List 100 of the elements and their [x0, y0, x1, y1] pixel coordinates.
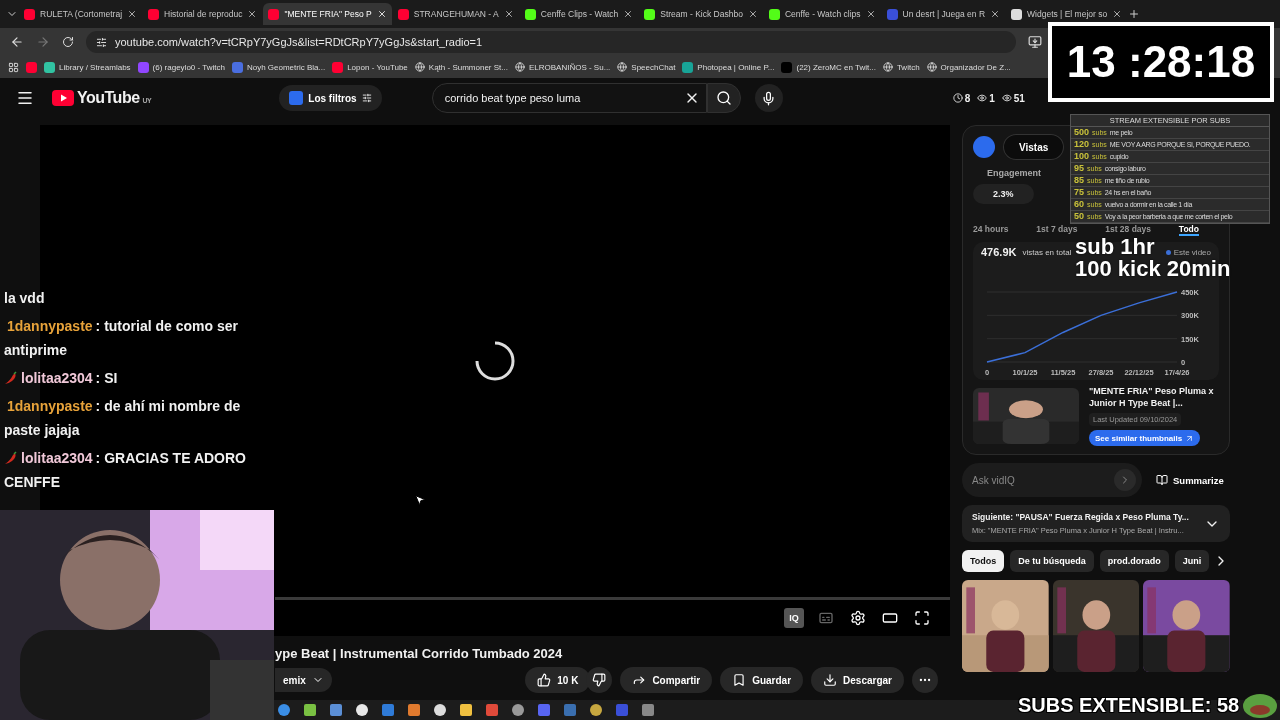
loading-spinner-icon — [474, 340, 516, 382]
channel-chip[interactable]: emix — [275, 668, 332, 692]
bookmark[interactable]: Noyh Geometric Bla... — [231, 61, 326, 73]
close-icon[interactable] — [127, 9, 138, 19]
globe-icon — [926, 62, 937, 72]
site-icon — [524, 8, 536, 20]
video-title: ype Beat | Instrumental Corrido Tumbado 2024 — [274, 645, 564, 661]
close-icon[interactable] — [503, 9, 514, 19]
panel-tab[interactable]: Vistas — [1003, 134, 1065, 160]
goal-amount: 85 — [1074, 175, 1084, 185]
action-button[interactable]: Compartir — [620, 667, 713, 693]
bookmark[interactable]: (6) rageylo0 - Twitch — [137, 61, 225, 73]
settings-button[interactable] — [848, 608, 868, 628]
views-dropdown[interactable]: vistas en total — [1022, 247, 1072, 257]
eye-icon — [977, 93, 988, 103]
period-tab[interactable]: 1st 7 days — [1036, 225, 1078, 236]
action-button[interactable]: Descargar — [811, 667, 904, 693]
bookmark[interactable] — [26, 61, 37, 73]
reload-icon[interactable] — [62, 36, 74, 48]
globe-icon — [414, 62, 425, 72]
search-field[interactable]: corrido beat type peso luma — [431, 83, 707, 113]
vidiq-logo — [973, 136, 995, 158]
share-icon — [632, 673, 647, 687]
close-icon[interactable] — [247, 9, 258, 19]
search-button[interactable] — [706, 83, 741, 113]
filter-chip[interactable]: De tu búsqueda — [1010, 550, 1094, 573]
goal-amount: 75 — [1074, 187, 1084, 197]
menu-icon[interactable] — [16, 89, 34, 107]
period-tab[interactable]: 1st 28 days — [1105, 225, 1152, 236]
bookmark[interactable]: ELROBANIÑOS - Su... — [514, 62, 611, 72]
browser-tab[interactable]: Stream - Kick Dashbo — [639, 3, 763, 25]
bookmark[interactable]: Photopea | Online P... — [682, 61, 775, 73]
site-icon — [1011, 8, 1023, 20]
fullscreen-button[interactable] — [912, 608, 932, 628]
metric-label: Engagement — [987, 168, 1041, 178]
stat-count: 8 — [964, 92, 971, 104]
taskbar-app-icon[interactable] — [356, 704, 368, 716]
filter-chip[interactable]: prod.dorado — [1099, 550, 1169, 573]
install-icon[interactable] — [1028, 35, 1042, 49]
goal-amount: 50 — [1074, 211, 1084, 221]
cursor-icon — [414, 494, 426, 506]
search-icon — [715, 90, 732, 106]
address-field[interactable]: youtube.com/watch?v=tCRpY7yGgJs&list=RDtCRpY7yGgJs&start_radio=1 — [86, 31, 1016, 53]
close-icon[interactable] — [747, 9, 758, 19]
site-icon — [231, 61, 243, 73]
browser-tab[interactable]: Widgets | El mejor so — [1006, 3, 1128, 25]
site-icon — [644, 8, 656, 20]
chat-message: lolitaa2304 : GRACIAS TE ADORO CENFFE — [4, 450, 246, 490]
up-next-title: Siguiente: "PAUSA" Fuerza Regida x Peso Pluma Ty... — [972, 512, 1190, 523]
bookmark[interactable]: Library / Streamlabs — [44, 61, 131, 73]
action-button[interactable]: Guardar — [720, 667, 804, 693]
play-logo-icon — [52, 90, 74, 106]
similar-thumbnails-button[interactable]: See similar thumbnails — [1089, 430, 1201, 447]
chat-message: 1dannypaste : de ahí mi nombre de paste jajaja — [4, 398, 241, 438]
browser-tab[interactable]: Cenffe Clips - Watch — [519, 3, 639, 25]
goal-amount: 60 — [1074, 199, 1084, 209]
browser-tab[interactable]: STRANGEHUMAN - A — [392, 3, 519, 25]
mic-button[interactable] — [754, 84, 783, 112]
browser-tab[interactable]: Un desrt | Juega en R — [881, 3, 1006, 25]
site-icon — [768, 8, 780, 20]
close-icon[interactable] — [376, 9, 387, 19]
summarize-button[interactable]: Summarize — [1150, 473, 1230, 488]
close-icon[interactable] — [990, 9, 1001, 19]
site-icon — [332, 61, 344, 73]
bookmark[interactable]: (22) ZeroMC en Twit... — [781, 61, 876, 73]
goal-amount: 500 — [1074, 127, 1090, 137]
site-settings-icon[interactable] — [96, 36, 107, 48]
filter-chip[interactable]: Los filtros — [279, 85, 382, 111]
bookmark[interactable]: Twitch — [882, 62, 920, 72]
subs-counter: SUBS EXTENSIBLE: 58 — [1018, 694, 1240, 717]
browser-tab[interactable]: Historial de reproduc — [143, 3, 263, 25]
dislike-button[interactable] — [586, 667, 613, 693]
taskbar-app-icon[interactable] — [434, 704, 446, 716]
bookmark[interactable]: Kąth - Summoner St... — [414, 62, 508, 72]
close-icon[interactable] — [1112, 9, 1123, 19]
bookmark[interactable]: Organizador De Z... — [926, 62, 1011, 72]
bookmark[interactable]: SpeechChat — [617, 62, 676, 72]
browser-tab[interactable]: "MENTE FRIA" Peso P — [263, 3, 392, 25]
fullscreen-icon — [914, 610, 930, 626]
period-tab[interactable]: 24 hours — [973, 225, 1009, 236]
site-icon — [137, 61, 149, 73]
new-tab-icon[interactable] — [1128, 8, 1141, 20]
close-icon[interactable] — [865, 9, 876, 19]
apps-icon[interactable] — [8, 61, 19, 73]
ask-field[interactable]: Ask vidIQ — [962, 463, 1142, 498]
vidiq-button[interactable]: IQ — [784, 608, 804, 628]
book-icon — [1156, 474, 1168, 487]
taskbar-app-icon[interactable] — [590, 704, 602, 716]
taskbar-app-icon[interactable] — [512, 704, 524, 716]
filter-chip[interactable]: Todos — [962, 550, 1005, 573]
browser-tab[interactable]: Cenffe - Watch clips — [763, 3, 881, 25]
browser-tab[interactable]: RULETA (Cortometraj — [19, 3, 143, 25]
thumbs-down-icon — [592, 673, 607, 687]
bookmark[interactable]: Lopon - YouTube — [332, 61, 408, 73]
back-icon[interactable] — [10, 35, 24, 49]
close-icon[interactable] — [623, 9, 634, 19]
filter-chip[interactable]: Juni — [1174, 550, 1210, 573]
forward-icon[interactable] — [36, 35, 50, 49]
sliders-icon — [361, 93, 372, 103]
goal-amount: 120 — [1074, 139, 1090, 149]
